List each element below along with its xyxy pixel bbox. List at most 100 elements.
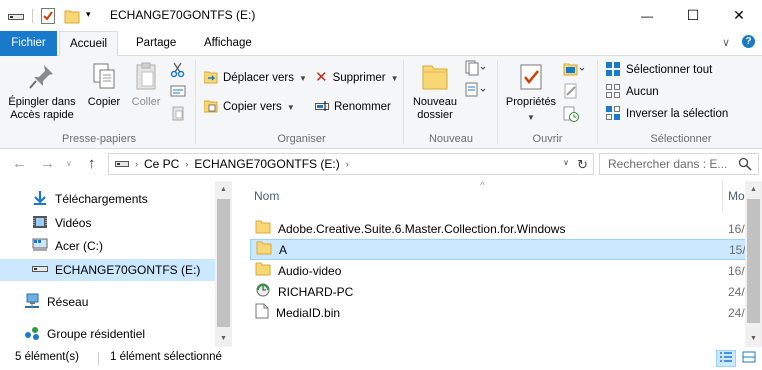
- navigation-pane: Téléchargements Vidéos Acer (C:) ECHANGE…: [0, 181, 232, 347]
- maximize-button[interactable]: ☐: [670, 0, 716, 31]
- up-button[interactable]: ↑: [88, 155, 96, 172]
- details-view-button[interactable]: [716, 350, 736, 367]
- new-group-label: Nouveau: [428, 133, 474, 145]
- file-scroll-thumb[interactable]: [747, 199, 760, 323]
- column-header-name[interactable]: Nom: [254, 189, 279, 203]
- select-none-button[interactable]: Aucun: [605, 82, 659, 102]
- back-button[interactable]: ←: [12, 155, 27, 172]
- copy-to-label: Copier vers: [223, 101, 282, 113]
- network-icon: [24, 293, 40, 312]
- file-row-selected[interactable]: A 15/11/: [250, 239, 762, 260]
- move-to-button[interactable]: Déplacer vers ▼: [203, 68, 307, 88]
- invert-selection-label: Inverser la sélection: [626, 108, 729, 120]
- scroll-down-icon[interactable]: ▼: [215, 330, 232, 347]
- easy-access-icon[interactable]: [465, 82, 487, 101]
- select-all-icon: [605, 61, 621, 80]
- pin-quick-access-button[interactable]: Épingler dans Accès rapide: [4, 62, 80, 122]
- paste-button[interactable]: Coller: [126, 62, 166, 109]
- select-none-icon: [605, 83, 621, 102]
- paste-icon: [130, 62, 162, 92]
- file-name: RICHARD-PC: [278, 284, 354, 299]
- search-box[interactable]: Rechercher dans : E...: [599, 153, 759, 175]
- customize-quick-access-icon[interactable]: ▾: [86, 9, 91, 20]
- delete-button[interactable]: ✕ Supprimer ▼: [315, 68, 399, 88]
- large-icons-view-button[interactable]: [739, 350, 759, 367]
- scroll-down-icon[interactable]: ▼: [745, 330, 762, 347]
- file-row[interactable]: RICHARD-PC 24/12/: [250, 281, 762, 302]
- address-history-dropdown[interactable]: ∨: [563, 158, 569, 167]
- rename-button[interactable]: Renommer: [315, 97, 391, 117]
- collapse-ribbon-button[interactable]: ∨: [722, 36, 730, 49]
- nav-item-acer-c[interactable]: Acer (C:): [0, 235, 215, 257]
- rename-label: Renommer: [334, 101, 391, 113]
- address-bar[interactable]: › Ce PC › ECHANGE70GONTFS (E:) › ∨ ↻: [108, 153, 594, 175]
- nav-item-label: Réseau: [47, 295, 89, 309]
- forward-button[interactable]: →: [40, 155, 55, 172]
- new-folder-button[interactable]: Nouveau dossier: [409, 62, 461, 122]
- nav-item-videos[interactable]: Vidéos: [0, 212, 215, 234]
- history-icon[interactable]: [563, 106, 579, 125]
- edit-icon[interactable]: [563, 83, 579, 102]
- breadcrumb-drive[interactable]: ECHANGE70GONTFS (E:): [194, 157, 339, 171]
- chevron-down-icon: ∨: [66, 159, 72, 168]
- tab-accueil[interactable]: Accueil: [59, 31, 119, 57]
- properties-button[interactable]: Propriétés ▼: [503, 62, 559, 124]
- copy-label: Copier: [87, 96, 121, 108]
- file-name: Adobe.Creative.Suite.6.Master.Collection…: [278, 221, 566, 236]
- ribbon-tabs: Fichier Accueil Partage Affichage ∨ ?: [0, 31, 762, 57]
- copy-to-button[interactable]: Copier vers ▼: [203, 97, 295, 117]
- scroll-up-icon[interactable]: ▲: [745, 181, 762, 198]
- file-row[interactable]: Adobe.Creative.Suite.6.Master.Collection…: [250, 218, 762, 239]
- paste-label: Coller: [131, 96, 161, 108]
- select-all-button[interactable]: Sélectionner tout: [605, 60, 712, 80]
- paste-shortcut-icon[interactable]: [170, 105, 186, 124]
- select-all-label: Sélectionner tout: [626, 64, 713, 76]
- tab-fichier[interactable]: Fichier: [0, 31, 57, 56]
- tab-partage[interactable]: Partage: [126, 31, 186, 56]
- help-icon: ?: [742, 35, 755, 48]
- breadcrumb-chevron-icon[interactable]: ›: [185, 159, 188, 169]
- close-button[interactable]: ✕: [716, 0, 762, 31]
- pin-icon: [26, 62, 58, 92]
- large-icons-view-icon: [742, 351, 756, 366]
- breadcrumb-ce-pc[interactable]: Ce PC: [144, 157, 179, 171]
- scroll-up-icon[interactable]: ▲: [215, 181, 232, 198]
- nav-item-network[interactable]: Réseau: [0, 291, 215, 313]
- copy-icon: [88, 62, 120, 92]
- up-arrow-icon: ↑: [88, 155, 96, 172]
- refresh-icon[interactable]: ↻: [577, 157, 588, 173]
- sort-ascending-icon: ^: [480, 181, 485, 192]
- usb-drive-icon: [32, 263, 48, 277]
- cut-icon[interactable]: [170, 62, 186, 81]
- tab-affichage[interactable]: Affichage: [194, 31, 262, 56]
- minimize-button[interactable]: —: [624, 0, 670, 31]
- breadcrumb-chevron-icon[interactable]: ›: [135, 159, 138, 169]
- file-row[interactable]: Audio-video 16/07/: [250, 260, 762, 281]
- nav-item-downloads[interactable]: Téléchargements: [0, 188, 215, 210]
- file-list-scrollbar[interactable]: ▲ ▼: [745, 181, 762, 347]
- breadcrumb-chevron-icon[interactable]: ›: [346, 159, 349, 169]
- organize-group-label: Organiser: [277, 133, 326, 145]
- file-row[interactable]: MediaID.bin 24/12/: [250, 302, 762, 323]
- nav-item-homegroup[interactable]: Groupe résidentiel: [0, 323, 215, 345]
- nav-scroll-thumb[interactable]: [217, 199, 230, 327]
- invert-selection-button[interactable]: Inverser la sélection: [605, 104, 728, 124]
- delete-dropdown-icon: ▼: [390, 73, 399, 83]
- new-folder-quick-icon[interactable]: [64, 8, 80, 27]
- new-item-icon[interactable]: [465, 60, 487, 79]
- search-placeholder: Rechercher dans : E...: [608, 157, 728, 171]
- open-icon[interactable]: [563, 61, 585, 80]
- nav-pane-scrollbar[interactable]: ▲ ▼: [215, 181, 232, 347]
- status-bar: 5 élément(s) 1 élément sélectionné: [0, 347, 762, 370]
- search-icon: [738, 157, 752, 174]
- delete-label: Supprimer: [332, 72, 386, 84]
- nav-item-echange-e[interactable]: ECHANGE70GONTFS (E:): [0, 259, 215, 281]
- download-icon: [32, 190, 48, 209]
- copy-path-icon[interactable]: [170, 84, 186, 101]
- recent-locations-button[interactable]: ∨: [66, 159, 72, 168]
- copy-button[interactable]: Copier: [84, 62, 124, 109]
- invert-selection-icon: [605, 105, 621, 124]
- folder-icon: [255, 262, 271, 279]
- help-button[interactable]: ?: [742, 35, 755, 48]
- properties-quick-icon[interactable]: [41, 8, 55, 27]
